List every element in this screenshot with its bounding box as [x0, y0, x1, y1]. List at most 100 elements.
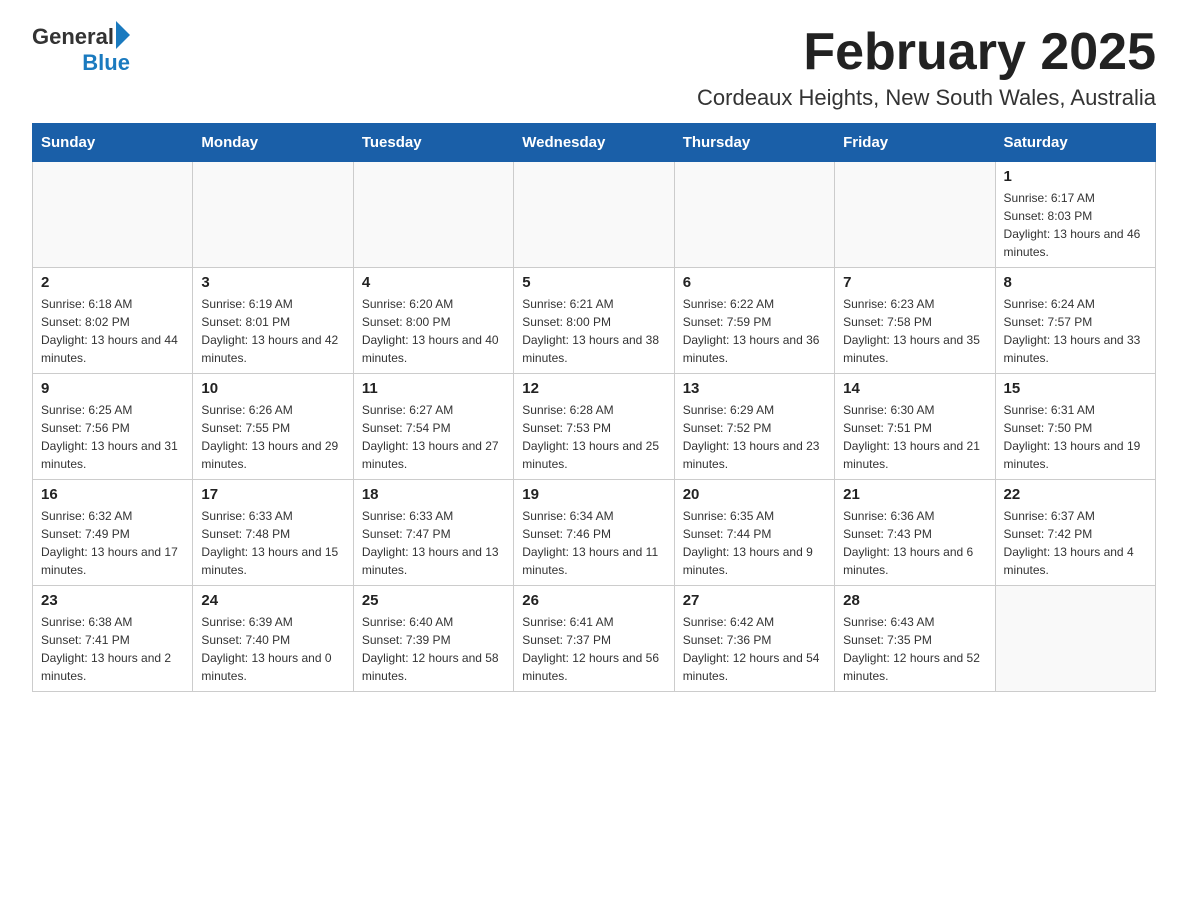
cell-sun-info: Sunrise: 6:33 AM Sunset: 7:47 PM Dayligh… — [362, 507, 505, 579]
cell-date-number: 9 — [41, 380, 184, 397]
cell-sun-info: Sunrise: 6:17 AM Sunset: 8:03 PM Dayligh… — [1004, 189, 1147, 261]
cell-date-number: 4 — [362, 274, 505, 291]
calendar-cell: 9 Sunrise: 6:25 AM Sunset: 7:56 PM Daylig… — [33, 374, 193, 480]
logo: General Blue — [32, 24, 130, 76]
cell-sun-info: Sunrise: 6:26 AM Sunset: 7:55 PM Dayligh… — [201, 401, 344, 473]
calendar-day-header: Wednesday — [514, 124, 674, 162]
cell-date-number: 13 — [683, 380, 826, 397]
cell-date-number: 7 — [843, 274, 986, 291]
cell-date-number: 1 — [1004, 168, 1147, 185]
calendar-cell — [835, 162, 995, 268]
cell-sun-info: Sunrise: 6:37 AM Sunset: 7:42 PM Dayligh… — [1004, 507, 1147, 579]
cell-sun-info: Sunrise: 6:40 AM Sunset: 7:39 PM Dayligh… — [362, 613, 505, 685]
cell-date-number: 12 — [522, 380, 665, 397]
cell-sun-info: Sunrise: 6:27 AM Sunset: 7:54 PM Dayligh… — [362, 401, 505, 473]
calendar-cell: 16 Sunrise: 6:32 AM Sunset: 7:49 PM Dayli… — [33, 480, 193, 586]
calendar-cell: 22 Sunrise: 6:37 AM Sunset: 7:42 PM Dayli… — [995, 480, 1155, 586]
calendar-day-header: Thursday — [674, 124, 834, 162]
logo-blue-text: Blue — [82, 50, 130, 76]
cell-date-number: 28 — [843, 592, 986, 609]
cell-date-number: 11 — [362, 380, 505, 397]
cell-sun-info: Sunrise: 6:18 AM Sunset: 8:02 PM Dayligh… — [41, 295, 184, 367]
calendar-cell — [514, 162, 674, 268]
logo-triangle-icon — [116, 21, 130, 49]
cell-date-number: 27 — [683, 592, 826, 609]
page-header: General Blue February 2025 Cordeaux Heig… — [32, 24, 1156, 111]
cell-sun-info: Sunrise: 6:31 AM Sunset: 7:50 PM Dayligh… — [1004, 401, 1147, 473]
cell-sun-info: Sunrise: 6:42 AM Sunset: 7:36 PM Dayligh… — [683, 613, 826, 685]
cell-sun-info: Sunrise: 6:39 AM Sunset: 7:40 PM Dayligh… — [201, 613, 344, 685]
cell-date-number: 3 — [201, 274, 344, 291]
cell-date-number: 14 — [843, 380, 986, 397]
calendar-cell: 6Sunrise: 6:22 AM Sunset: 7:59 PM Daylig… — [674, 268, 834, 374]
title-block: February 2025 Cordeaux Heights, New Sout… — [697, 24, 1156, 111]
calendar-cell: 21 Sunrise: 6:36 AM Sunset: 7:43 PM Dayli… — [835, 480, 995, 586]
calendar-cell: 12 Sunrise: 6:28 AM Sunset: 7:53 PM Dayli… — [514, 374, 674, 480]
cell-date-number: 10 — [201, 380, 344, 397]
calendar-day-header: Friday — [835, 124, 995, 162]
calendar-cell: 23 Sunrise: 6:38 AM Sunset: 7:41 PM Dayli… — [33, 586, 193, 692]
calendar-cell — [353, 162, 513, 268]
logo-general-text: General — [32, 24, 114, 50]
cell-sun-info: Sunrise: 6:36 AM Sunset: 7:43 PM Dayligh… — [843, 507, 986, 579]
calendar-cell: 7Sunrise: 6:23 AM Sunset: 7:58 PM Daylig… — [835, 268, 995, 374]
calendar-week-row: 16 Sunrise: 6:32 AM Sunset: 7:49 PM Dayli… — [33, 480, 1156, 586]
cell-sun-info: Sunrise: 6:43 AM Sunset: 7:35 PM Dayligh… — [843, 613, 986, 685]
calendar-cell: 10 Sunrise: 6:26 AM Sunset: 7:55 PM Dayli… — [193, 374, 353, 480]
cell-date-number: 18 — [362, 486, 505, 503]
calendar-week-row: 9 Sunrise: 6:25 AM Sunset: 7:56 PM Daylig… — [33, 374, 1156, 480]
calendar-day-header: Sunday — [33, 124, 193, 162]
cell-date-number: 24 — [201, 592, 344, 609]
calendar-cell — [995, 586, 1155, 692]
cell-sun-info: Sunrise: 6:28 AM Sunset: 7:53 PM Dayligh… — [522, 401, 665, 473]
calendar-day-header: Monday — [193, 124, 353, 162]
calendar-day-header: Saturday — [995, 124, 1155, 162]
calendar-cell: 20Sunrise: 6:35 AM Sunset: 7:44 PM Dayli… — [674, 480, 834, 586]
page-subtitle: Cordeaux Heights, New South Wales, Austr… — [697, 85, 1156, 111]
cell-sun-info: Sunrise: 6:22 AM Sunset: 7:59 PM Dayligh… — [683, 295, 826, 367]
cell-date-number: 17 — [201, 486, 344, 503]
calendar-cell — [674, 162, 834, 268]
calendar-week-row: 1 Sunrise: 6:17 AM Sunset: 8:03 PM Daylig… — [33, 162, 1156, 268]
cell-date-number: 8 — [1004, 274, 1147, 291]
calendar-cell: 14 Sunrise: 6:30 AM Sunset: 7:51 PM Dayli… — [835, 374, 995, 480]
calendar-cell — [193, 162, 353, 268]
calendar-cell — [33, 162, 193, 268]
cell-sun-info: Sunrise: 6:20 AM Sunset: 8:00 PM Dayligh… — [362, 295, 505, 367]
calendar-table: SundayMondayTuesdayWednesdayThursdayFrid… — [32, 123, 1156, 692]
calendar-cell: 28 Sunrise: 6:43 AM Sunset: 7:35 PM Dayli… — [835, 586, 995, 692]
calendar-week-row: 23 Sunrise: 6:38 AM Sunset: 7:41 PM Dayli… — [33, 586, 1156, 692]
calendar-cell: 11 Sunrise: 6:27 AM Sunset: 7:54 PM Dayli… — [353, 374, 513, 480]
calendar-day-header: Tuesday — [353, 124, 513, 162]
calendar-cell: 19Sunrise: 6:34 AM Sunset: 7:46 PM Dayli… — [514, 480, 674, 586]
cell-date-number: 25 — [362, 592, 505, 609]
cell-sun-info: Sunrise: 6:30 AM Sunset: 7:51 PM Dayligh… — [843, 401, 986, 473]
cell-sun-info: Sunrise: 6:34 AM Sunset: 7:46 PM Dayligh… — [522, 507, 665, 579]
calendar-cell: 17 Sunrise: 6:33 AM Sunset: 7:48 PM Dayli… — [193, 480, 353, 586]
calendar-cell: 2 Sunrise: 6:18 AM Sunset: 8:02 PM Daylig… — [33, 268, 193, 374]
cell-sun-info: Sunrise: 6:19 AM Sunset: 8:01 PM Dayligh… — [201, 295, 344, 367]
cell-sun-info: Sunrise: 6:32 AM Sunset: 7:49 PM Dayligh… — [41, 507, 184, 579]
cell-date-number: 21 — [843, 486, 986, 503]
calendar-cell: 8 Sunrise: 6:24 AM Sunset: 7:57 PM Daylig… — [995, 268, 1155, 374]
cell-sun-info: Sunrise: 6:33 AM Sunset: 7:48 PM Dayligh… — [201, 507, 344, 579]
calendar-cell: 15 Sunrise: 6:31 AM Sunset: 7:50 PM Dayli… — [995, 374, 1155, 480]
calendar-cell: 18 Sunrise: 6:33 AM Sunset: 7:47 PM Dayli… — [353, 480, 513, 586]
calendar-cell: 25 Sunrise: 6:40 AM Sunset: 7:39 PM Dayli… — [353, 586, 513, 692]
cell-date-number: 22 — [1004, 486, 1147, 503]
calendar-cell: 27 Sunrise: 6:42 AM Sunset: 7:36 PM Dayli… — [674, 586, 834, 692]
cell-date-number: 26 — [522, 592, 665, 609]
cell-date-number: 20 — [683, 486, 826, 503]
cell-sun-info: Sunrise: 6:29 AM Sunset: 7:52 PM Dayligh… — [683, 401, 826, 473]
cell-date-number: 16 — [41, 486, 184, 503]
cell-sun-info: Sunrise: 6:24 AM Sunset: 7:57 PM Dayligh… — [1004, 295, 1147, 367]
cell-sun-info: Sunrise: 6:25 AM Sunset: 7:56 PM Dayligh… — [41, 401, 184, 473]
calendar-cell: 13 Sunrise: 6:29 AM Sunset: 7:52 PM Dayli… — [674, 374, 834, 480]
cell-date-number: 23 — [41, 592, 184, 609]
cell-sun-info: Sunrise: 6:38 AM Sunset: 7:41 PM Dayligh… — [41, 613, 184, 685]
cell-date-number: 15 — [1004, 380, 1147, 397]
cell-date-number: 2 — [41, 274, 184, 291]
calendar-week-row: 2 Sunrise: 6:18 AM Sunset: 8:02 PM Daylig… — [33, 268, 1156, 374]
calendar-cell: 24 Sunrise: 6:39 AM Sunset: 7:40 PM Dayli… — [193, 586, 353, 692]
calendar-cell: 1 Sunrise: 6:17 AM Sunset: 8:03 PM Daylig… — [995, 162, 1155, 268]
